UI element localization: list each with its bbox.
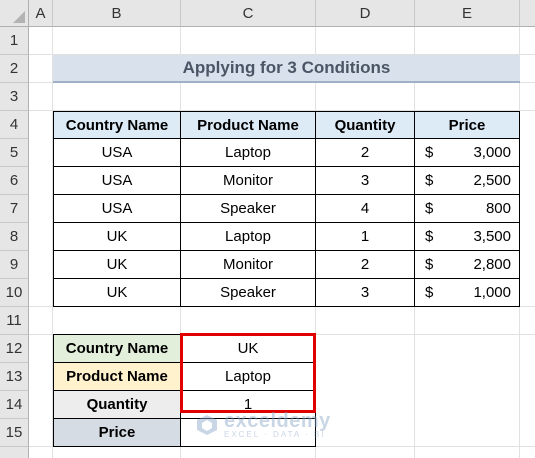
criteria-label-quantity[interactable]: Quantity	[53, 390, 181, 419]
price-value: 3,000	[473, 144, 511, 161]
table-cell-price[interactable]: $2,500	[414, 166, 520, 195]
exceldemy-logo-icon	[197, 415, 217, 435]
row-header-7[interactable]: 7	[0, 195, 29, 223]
row-header-12[interactable]: 12	[0, 335, 29, 363]
table-cell-quantity[interactable]: 3	[315, 278, 415, 307]
column-header-b[interactable]: B	[53, 0, 181, 27]
highlight-box	[180, 333, 316, 413]
price-value: 2,800	[473, 256, 511, 273]
currency-symbol: $	[425, 228, 434, 245]
row-header-15[interactable]: 15	[0, 419, 29, 447]
row-header-6[interactable]: 6	[0, 167, 29, 195]
column-header-extra	[520, 0, 535, 27]
row-header-4[interactable]: 4	[0, 111, 29, 139]
table-cell-country[interactable]: UK	[53, 222, 181, 251]
table-cell-country[interactable]: USA	[53, 166, 181, 195]
table-cell-price[interactable]: $1,000	[414, 278, 520, 307]
criteria-label-product[interactable]: Product Name	[53, 362, 181, 391]
row-header-3[interactable]: 3	[0, 83, 29, 111]
row-header-16	[0, 447, 29, 458]
table-cell-country[interactable]: USA	[53, 138, 181, 167]
table-cell-price[interactable]: $3,500	[414, 222, 520, 251]
table-cell-product[interactable]: Monitor	[180, 166, 316, 195]
row-header-2[interactable]: 2	[0, 55, 29, 83]
table-cell-quantity[interactable]: 2	[315, 138, 415, 167]
price-value: 3,500	[473, 228, 511, 245]
watermark: exceldemy EXCEL · DATA · BI	[196, 408, 331, 442]
table-cell-quantity[interactable]: 3	[315, 166, 415, 195]
watermark-text: exceldemy EXCEL · DATA · BI	[224, 409, 331, 439]
table-cell-quantity[interactable]: 2	[315, 250, 415, 279]
watermark-name: exceldemy	[224, 409, 331, 432]
row-header-5[interactable]: 5	[0, 139, 29, 167]
row-header-13[interactable]: 13	[0, 363, 29, 391]
currency-symbol: $	[425, 284, 434, 301]
table-cell-price[interactable]: $2,800	[414, 250, 520, 279]
column-header-a[interactable]: A	[29, 0, 53, 27]
row-header-11[interactable]: 11	[0, 307, 29, 335]
criteria-label-price[interactable]: Price	[53, 418, 181, 447]
currency-symbol: $	[425, 144, 434, 161]
row-header-10[interactable]: 10	[0, 279, 29, 307]
currency-symbol: $	[425, 200, 434, 217]
table-header-product[interactable]: Product Name	[180, 111, 316, 139]
table-cell-product[interactable]: Speaker	[180, 278, 316, 307]
table-cell-price[interactable]: $800	[414, 194, 520, 223]
table-header-quantity[interactable]: Quantity	[315, 111, 415, 139]
row-header-9[interactable]: 9	[0, 251, 29, 279]
price-value: 800	[485, 200, 511, 217]
table-cell-price[interactable]: $3,000	[414, 138, 520, 167]
row-header-8[interactable]: 8	[0, 223, 29, 251]
table-cell-product[interactable]: Speaker	[180, 194, 316, 223]
price-value: 2,500	[473, 172, 511, 189]
column-header-d[interactable]: D	[316, 0, 415, 27]
table-cell-product[interactable]: Laptop	[180, 138, 316, 167]
row-header-1[interactable]: 1	[0, 27, 29, 55]
table-cell-product[interactable]: Monitor	[180, 250, 316, 279]
select-all-corner[interactable]	[0, 0, 29, 27]
table-cell-product[interactable]: Laptop	[180, 222, 316, 251]
table-header-price[interactable]: Price	[414, 111, 520, 139]
currency-symbol: $	[425, 256, 434, 273]
column-header-c[interactable]: C	[181, 0, 316, 27]
watermark-tagline: EXCEL · DATA · BI	[224, 429, 326, 439]
table-cell-country[interactable]: UK	[53, 250, 181, 279]
table-cell-country[interactable]: UK	[53, 278, 181, 307]
row-header-14[interactable]: 14	[0, 391, 29, 419]
sheet-title[interactable]: Applying for 3 Conditions	[53, 55, 520, 83]
table-cell-country[interactable]: USA	[53, 194, 181, 223]
price-value: 1,000	[473, 284, 511, 301]
column-header-e[interactable]: E	[415, 0, 520, 27]
table-cell-quantity[interactable]: 4	[315, 194, 415, 223]
currency-symbol: $	[425, 172, 434, 189]
table-header-country[interactable]: Country Name	[53, 111, 181, 139]
table-cell-quantity[interactable]: 1	[315, 222, 415, 251]
criteria-label-country[interactable]: Country Name	[53, 334, 181, 363]
